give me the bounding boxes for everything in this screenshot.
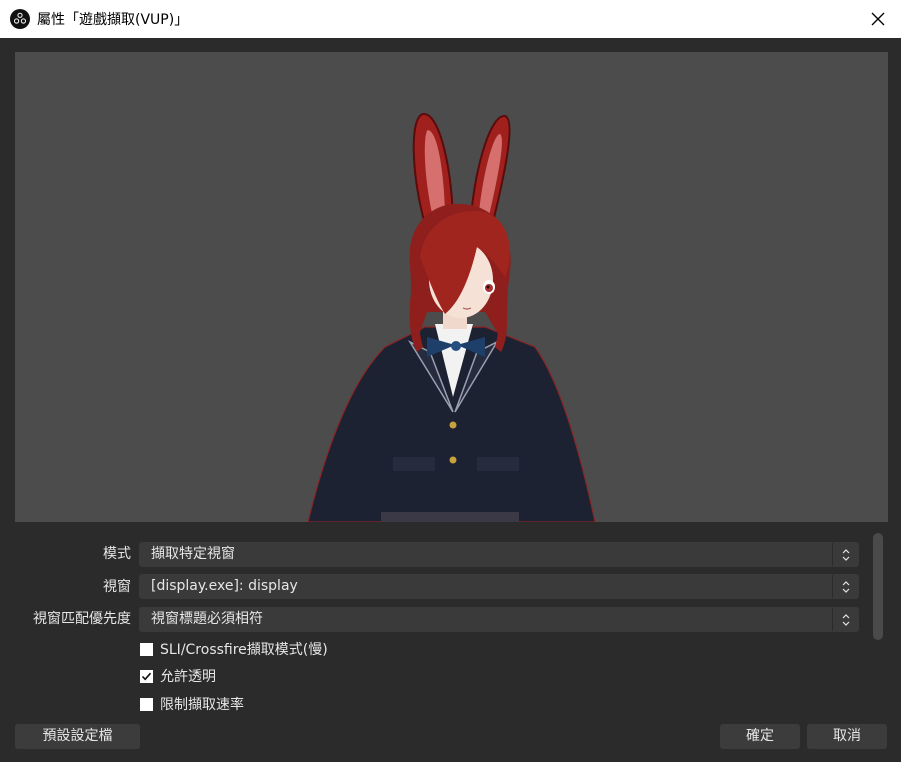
cancel-button[interactable]: 取消 [807,724,887,749]
sli-crossfire-check[interactable]: SLI/Crossfire擷取模式(慢) [140,639,328,659]
checkbox-unchecked[interactable] [140,697,153,711]
check-label: 允許透明 [160,669,216,685]
checkbox-checked[interactable] [140,669,153,683]
defaults-button[interactable]: 預設設定檔 [15,724,140,749]
updown-chevron-icon [832,575,858,598]
close-icon [871,12,885,26]
mode-select[interactable]: 擷取特定視窗 [139,542,859,567]
mode-label: 模式 [103,546,131,562]
priority-value: 視窗標題必須相符 [151,611,263,627]
updown-chevron-icon [832,543,858,566]
allow-transparency-check[interactable]: 允許透明 [140,666,216,686]
check-label: SLI/Crossfire擷取模式(慢) [160,642,328,658]
close-button[interactable] [855,0,901,38]
limit-capture-rate-check[interactable]: 限制擷取速率 [140,694,244,714]
checkbox-unchecked[interactable] [140,642,153,656]
updown-chevron-icon [832,608,858,631]
avatar-preview [307,113,596,522]
checkmark-icon [141,672,152,680]
window-label: 視窗 [103,579,131,595]
check-label: 限制擷取速率 [160,697,244,713]
title-bar: 屬性「遊戲擷取(VUP)」 [0,0,901,38]
source-preview [15,52,888,522]
window-title: 屬性「遊戲擷取(VUP)」 [37,12,189,28]
priority-select[interactable]: 視窗標題必須相符 [139,607,859,632]
window-select[interactable]: [display.exe]: display [139,574,859,599]
obs-icon [10,9,30,29]
form-scrollbar[interactable] [873,533,883,640]
properties-form: 模式 擷取特定視窗 視窗 [display.exe]: display 視窗匹配… [0,530,901,715]
ok-button[interactable]: 確定 [720,724,800,749]
window-value: [display.exe]: display [151,578,298,594]
mode-value: 擷取特定視窗 [151,546,235,562]
priority-label: 視窗匹配優先度 [33,611,131,627]
